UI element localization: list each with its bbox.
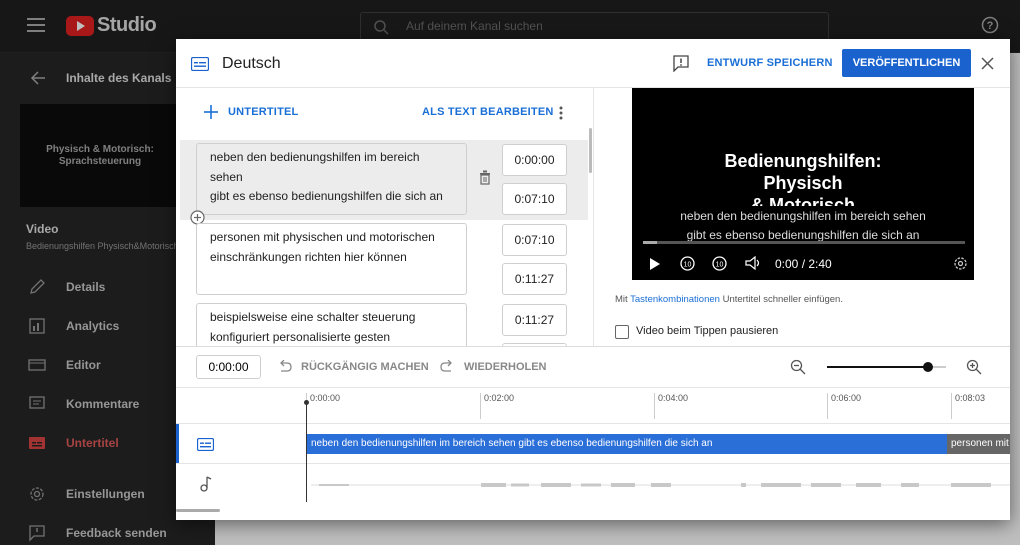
subtitle-line: gibt es ebenso bedienungshilfen die sich… [210,189,443,203]
redo-button[interactable]: WIEDERHOLEN [464,361,547,373]
undo-icon [280,360,292,372]
subtitle-text-field[interactable]: neben den bedienungshilfen im bereich se… [196,143,467,215]
subtitle-track: neben den bedienungshilfen im bereich se… [176,423,1010,464]
rewind-10-icon[interactable]: 10 [679,255,696,272]
shortcut-hint: Mit Tastenkombinationen Untertitel schne… [615,294,843,305]
progress-played [643,241,657,244]
track-selected-indicator [176,424,179,464]
zoom-slider-thumb[interactable] [923,362,934,372]
settings-gear-icon[interactable] [953,256,968,271]
ruler-tick: 0:04:00 [654,393,688,419]
end-time-field[interactable]: 0:11:27 [502,263,567,295]
zoom-slider-fill [827,366,929,368]
subtitles-icon [197,438,214,451]
subtitle-line: personen mit physischen und motorischen [210,230,435,244]
audio-waveform [311,483,1010,487]
progress-bar[interactable] [643,241,965,244]
hint-prefix: Mit [615,294,628,305]
close-icon[interactable] [981,57,994,70]
zoom-in-icon[interactable] [966,359,982,375]
subtitle-line: konfiguriert personalisierte gesten [210,329,391,344]
zoom-slider[interactable] [827,362,946,372]
ruler-tick: 0:08:03 [951,393,985,419]
play-icon[interactable] [649,257,661,271]
subtitle-text-field[interactable]: beispielsweise eine schalter steuerung k… [196,303,467,346]
caption-block[interactable]: neben den bedienungshilfen im bereich se… [306,434,947,454]
trash-icon[interactable] [479,170,491,185]
forward-10-icon[interactable]: 10 [711,255,728,272]
subtitle-line: einschränkungen richten hier können [210,249,407,264]
timeline-scrollbar[interactable] [176,509,220,512]
subtitle-line: neben den bedienungshilfen im bereich [210,150,420,164]
caption-line: neben den bedienungshilfen im bereich se… [680,209,926,223]
subtitle-line: beispielsweise eine schalter steuerung [210,310,416,324]
dialog-title: Deutsch [222,55,281,72]
title-line: Bedienungshilfen: [724,151,882,171]
more-vert-icon[interactable] [559,106,563,120]
timecode-input[interactable]: 0:00:00 [196,355,261,379]
music-note-icon [200,476,212,492]
start-time-field[interactable]: 0:11:27 [502,304,567,336]
audio-track [176,463,1010,504]
caption-block[interactable]: personen mit [947,434,1010,454]
add-subtitle-button[interactable]: UNTERTITEL [228,106,298,118]
list-scrollbar[interactable] [589,128,592,173]
volume-icon[interactable] [745,256,763,270]
subtitles-icon [191,57,209,71]
redo-icon [440,360,452,372]
feedback-icon[interactable] [673,55,689,72]
title-line: Physisch [763,173,843,193]
subtitle-text-field[interactable]: personen mit physischen und motorischen … [196,223,467,295]
ruler-tick: 0:06:00 [827,393,861,419]
undo-button[interactable]: RÜCKGÄNGIG MACHEN [301,361,429,373]
playhead[interactable] [304,400,309,502]
preview-panel: Bedienungshilfen: Physisch & Motorisch n… [593,88,1011,346]
publish-button[interactable]: VERÖFFENTLICHEN [842,49,971,77]
time-display: 0:00 / 2:40 [775,257,832,271]
zoom-out-icon[interactable] [790,359,806,375]
hint-suffix: Untertitel schneller einfügen. [722,294,843,305]
subtitle-list-panel: UNTERTITEL ALS TEXT BEARBEITEN neben den… [176,88,593,346]
plus-icon[interactable] [204,105,218,119]
start-time-field[interactable]: 0:00:00 [502,144,567,176]
shortcuts-link[interactable]: Tastenkombinationen [630,294,720,305]
video-player[interactable]: Bedienungshilfen: Physisch & Motorisch n… [632,88,974,280]
subtitle-editor-dialog: Deutsch ENTWURF SPEICHERN VERÖFFENTLICHE… [176,39,1010,520]
save-draft-button[interactable]: ENTWURF SPEICHERN [707,57,833,69]
start-time-field[interactable]: 0:07:10 [502,224,567,256]
svg-text:10: 10 [684,262,692,269]
ruler-tick: 0:00:00 [306,393,340,419]
playhead-knob[interactable] [304,400,309,405]
edit-as-text-button[interactable]: ALS TEXT BEARBEITEN [422,106,554,118]
ruler-tick: 0:02:00 [480,393,514,419]
caption-line: gibt es ebenso bedienungshilfen die sich… [686,228,920,242]
svg-text:10: 10 [716,262,724,269]
timeline-toolbar: 0:00:00 RÜCKGÄNGIG MACHEN WIEDERHOLEN [176,346,1010,388]
pause-while-typing-label: Video beim Tippen pausieren [636,325,779,337]
timeline-ruler[interactable]: 0:00:00 0:02:00 0:04:00 0:06:00 0:08:03 [176,387,1010,423]
dialog-header: Deutsch ENTWURF SPEICHERN VERÖFFENTLICHE… [176,39,1010,88]
pause-while-typing-checkbox[interactable] [615,325,629,339]
end-time-field[interactable]: 0:07:10 [502,183,567,215]
subtitle-line: sehen [210,169,243,184]
